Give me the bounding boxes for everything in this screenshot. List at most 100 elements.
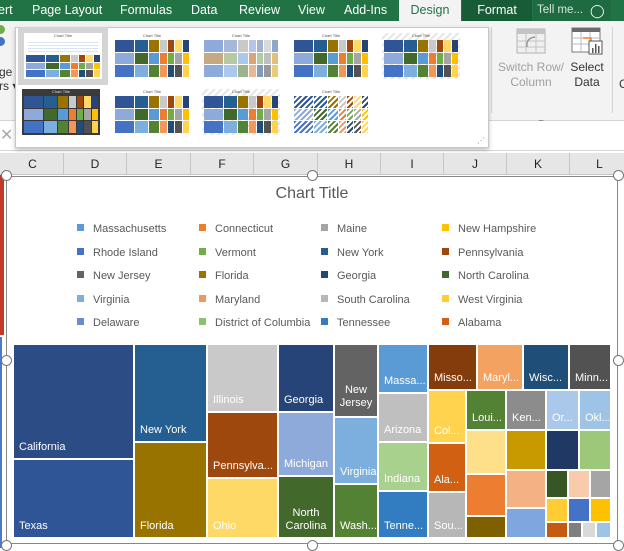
legend-entry[interactable]: North Carolina — [442, 270, 529, 282]
column-header-e[interactable]: E — [127, 153, 191, 175]
tab-data[interactable]: Data — [191, 0, 217, 21]
tab-view[interactable]: View — [298, 0, 325, 21]
resize-handle-bottom-right[interactable] — [613, 540, 624, 551]
resize-handle-right[interactable] — [613, 355, 624, 366]
legend-entry[interactable]: Florida — [199, 270, 249, 282]
legend-entry[interactable]: Rhode Island — [77, 247, 158, 259]
chart-style-thumbnail[interactable]: Chart Title — [22, 89, 100, 135]
treemap-tile[interactable]: Minn... — [569, 344, 611, 390]
gallery-resize-grip-icon[interactable]: ⋰ — [477, 136, 485, 145]
treemap-tile[interactable]: New York — [134, 344, 207, 442]
treemap-tile-small[interactable] — [579, 430, 611, 470]
chart-title[interactable]: Chart Title — [7, 185, 617, 203]
treemap-tile-small[interactable] — [546, 470, 568, 498]
treemap-tile-small[interactable] — [466, 474, 506, 516]
treemap-tile[interactable]: Arizona — [378, 393, 428, 442]
treemap-tile[interactable]: Michigan — [278, 412, 334, 476]
treemap-tile[interactable]: Texas — [13, 459, 134, 538]
chart-style-thumbnail[interactable]: Chart Title — [382, 33, 460, 79]
resize-handle-left[interactable] — [1, 355, 12, 366]
tab-design[interactable]: Design — [399, 0, 461, 21]
treemap-tile[interactable]: Massa... — [378, 344, 428, 393]
treemap-tile-small[interactable] — [506, 470, 546, 508]
treemap-tile[interactable]: Sou... — [428, 492, 466, 538]
treemap-tile[interactable]: Pennsylva... — [207, 412, 278, 478]
treemap-tile-small[interactable] — [596, 522, 611, 538]
treemap-tile[interactable]: North Carolina — [278, 476, 334, 538]
change-colors-label-partial[interactable]: ge — [0, 65, 12, 79]
treemap-tile[interactable]: Ken... — [506, 390, 546, 430]
chart-style-thumbnail[interactable]: Chart Title — [292, 89, 370, 135]
tab-review[interactable]: Review — [239, 0, 280, 21]
legend-entry[interactable]: Delaware — [77, 317, 139, 329]
treemap-tile[interactable]: California — [13, 344, 134, 459]
switch-row-column-button[interactable]: Switch Row/ Column — [497, 25, 565, 90]
treemap-tile-small[interactable] — [466, 430, 506, 474]
chart-style-thumbnail[interactable]: Chart Title — [113, 33, 191, 79]
treemap-tile[interactable]: Ohio — [207, 478, 278, 538]
treemap-tile-small[interactable] — [546, 498, 568, 522]
resize-handle-top-right[interactable] — [613, 170, 624, 181]
chart-style-thumbnail[interactable]: Chart Title — [18, 27, 108, 85]
legend-entry[interactable]: New York — [321, 247, 383, 259]
column-header-f[interactable]: F — [191, 153, 254, 175]
chart-style-thumbnail[interactable]: Chart Title — [202, 89, 280, 135]
treemap-tile[interactable]: Virginia — [334, 417, 378, 484]
treemap-tile[interactable]: Indiana — [378, 442, 428, 491]
column-header-h[interactable]: H — [318, 153, 381, 175]
treemap-tile[interactable]: Wisc... — [523, 344, 569, 390]
cancel-x-icon[interactable]: ✕ — [0, 125, 13, 145]
chart-style-thumbnail[interactable]: Chart Title — [113, 89, 191, 135]
resize-handle-bottom-left[interactable] — [1, 540, 12, 551]
legend-entry[interactable]: New Hampshire — [442, 223, 536, 235]
treemap-tile[interactable]: Georgia — [278, 344, 334, 412]
treemap-tile-small[interactable] — [546, 430, 579, 470]
legend-entry[interactable]: West Virginia — [442, 294, 522, 306]
legend-entry[interactable]: New Jersey — [77, 270, 150, 282]
column-header-k[interactable]: K — [507, 153, 570, 175]
tab-add-ins[interactable]: Add-Ins — [344, 0, 387, 21]
treemap-tile-small[interactable] — [506, 508, 546, 538]
column-header-d[interactable]: D — [64, 153, 127, 175]
treemap-tile[interactable]: Maryl... — [477, 344, 523, 390]
tab-insert[interactable]: ert — [0, 0, 13, 21]
legend-entry[interactable]: Georgia — [321, 270, 376, 282]
treemap-tile[interactable]: Illinois — [207, 344, 278, 412]
treemap-tile[interactable]: Or... — [546, 390, 579, 430]
tab-page-layout[interactable]: Page Layout — [32, 0, 102, 21]
treemap-tile[interactable]: Tenne... — [378, 491, 428, 538]
treemap-tile-small[interactable] — [568, 522, 582, 538]
treemap-tile[interactable]: Wash... — [334, 484, 378, 538]
treemap-tile-small[interactable] — [466, 516, 506, 538]
treemap-tile[interactable]: Okl... — [579, 390, 611, 430]
resize-handle-top-left[interactable] — [1, 170, 12, 181]
legend-entry[interactable]: Massachusetts — [77, 223, 166, 235]
resize-handle-bottom[interactable] — [307, 540, 318, 551]
legend-entry[interactable]: Alabama — [442, 317, 501, 329]
treemap-tile[interactable]: Ala... — [428, 443, 466, 492]
tell-me-search[interactable]: Tell me... ◯ — [533, 0, 611, 21]
legend-entry[interactable]: Virginia — [77, 294, 130, 306]
treemap-tile[interactable]: Col... — [428, 390, 466, 443]
legend-entry[interactable]: South Carolina — [321, 294, 410, 306]
treemap-tile-small[interactable] — [546, 522, 568, 538]
treemap-tile-small[interactable] — [590, 470, 611, 498]
treemap-tile[interactable]: Florida — [134, 442, 207, 538]
treemap-tile[interactable]: New Jersey — [334, 344, 378, 417]
treemap-tile[interactable]: Loui... — [466, 390, 506, 430]
legend-entry[interactable]: Maryland — [199, 294, 260, 306]
column-header-j[interactable]: J — [444, 153, 507, 175]
treemap-tile-small[interactable] — [568, 498, 590, 522]
next-group-partial[interactable]: C — [619, 77, 624, 91]
legend-entry[interactable]: District of Columbia — [199, 317, 310, 329]
tab-format[interactable]: Format — [462, 0, 532, 21]
tab-formulas[interactable]: Formulas — [120, 0, 172, 21]
treemap-tile[interactable]: Misso... — [428, 344, 477, 390]
column-header-i[interactable]: I — [381, 153, 444, 175]
legend-entry[interactable]: Connecticut — [199, 223, 273, 235]
legend-entry[interactable]: Vermont — [199, 247, 256, 259]
legend-entry[interactable]: Tennessee — [321, 317, 390, 329]
treemap-tile-small[interactable] — [582, 522, 596, 538]
resize-handle-top[interactable] — [307, 170, 318, 181]
chart-style-thumbnail[interactable]: Chart Title — [292, 33, 370, 79]
